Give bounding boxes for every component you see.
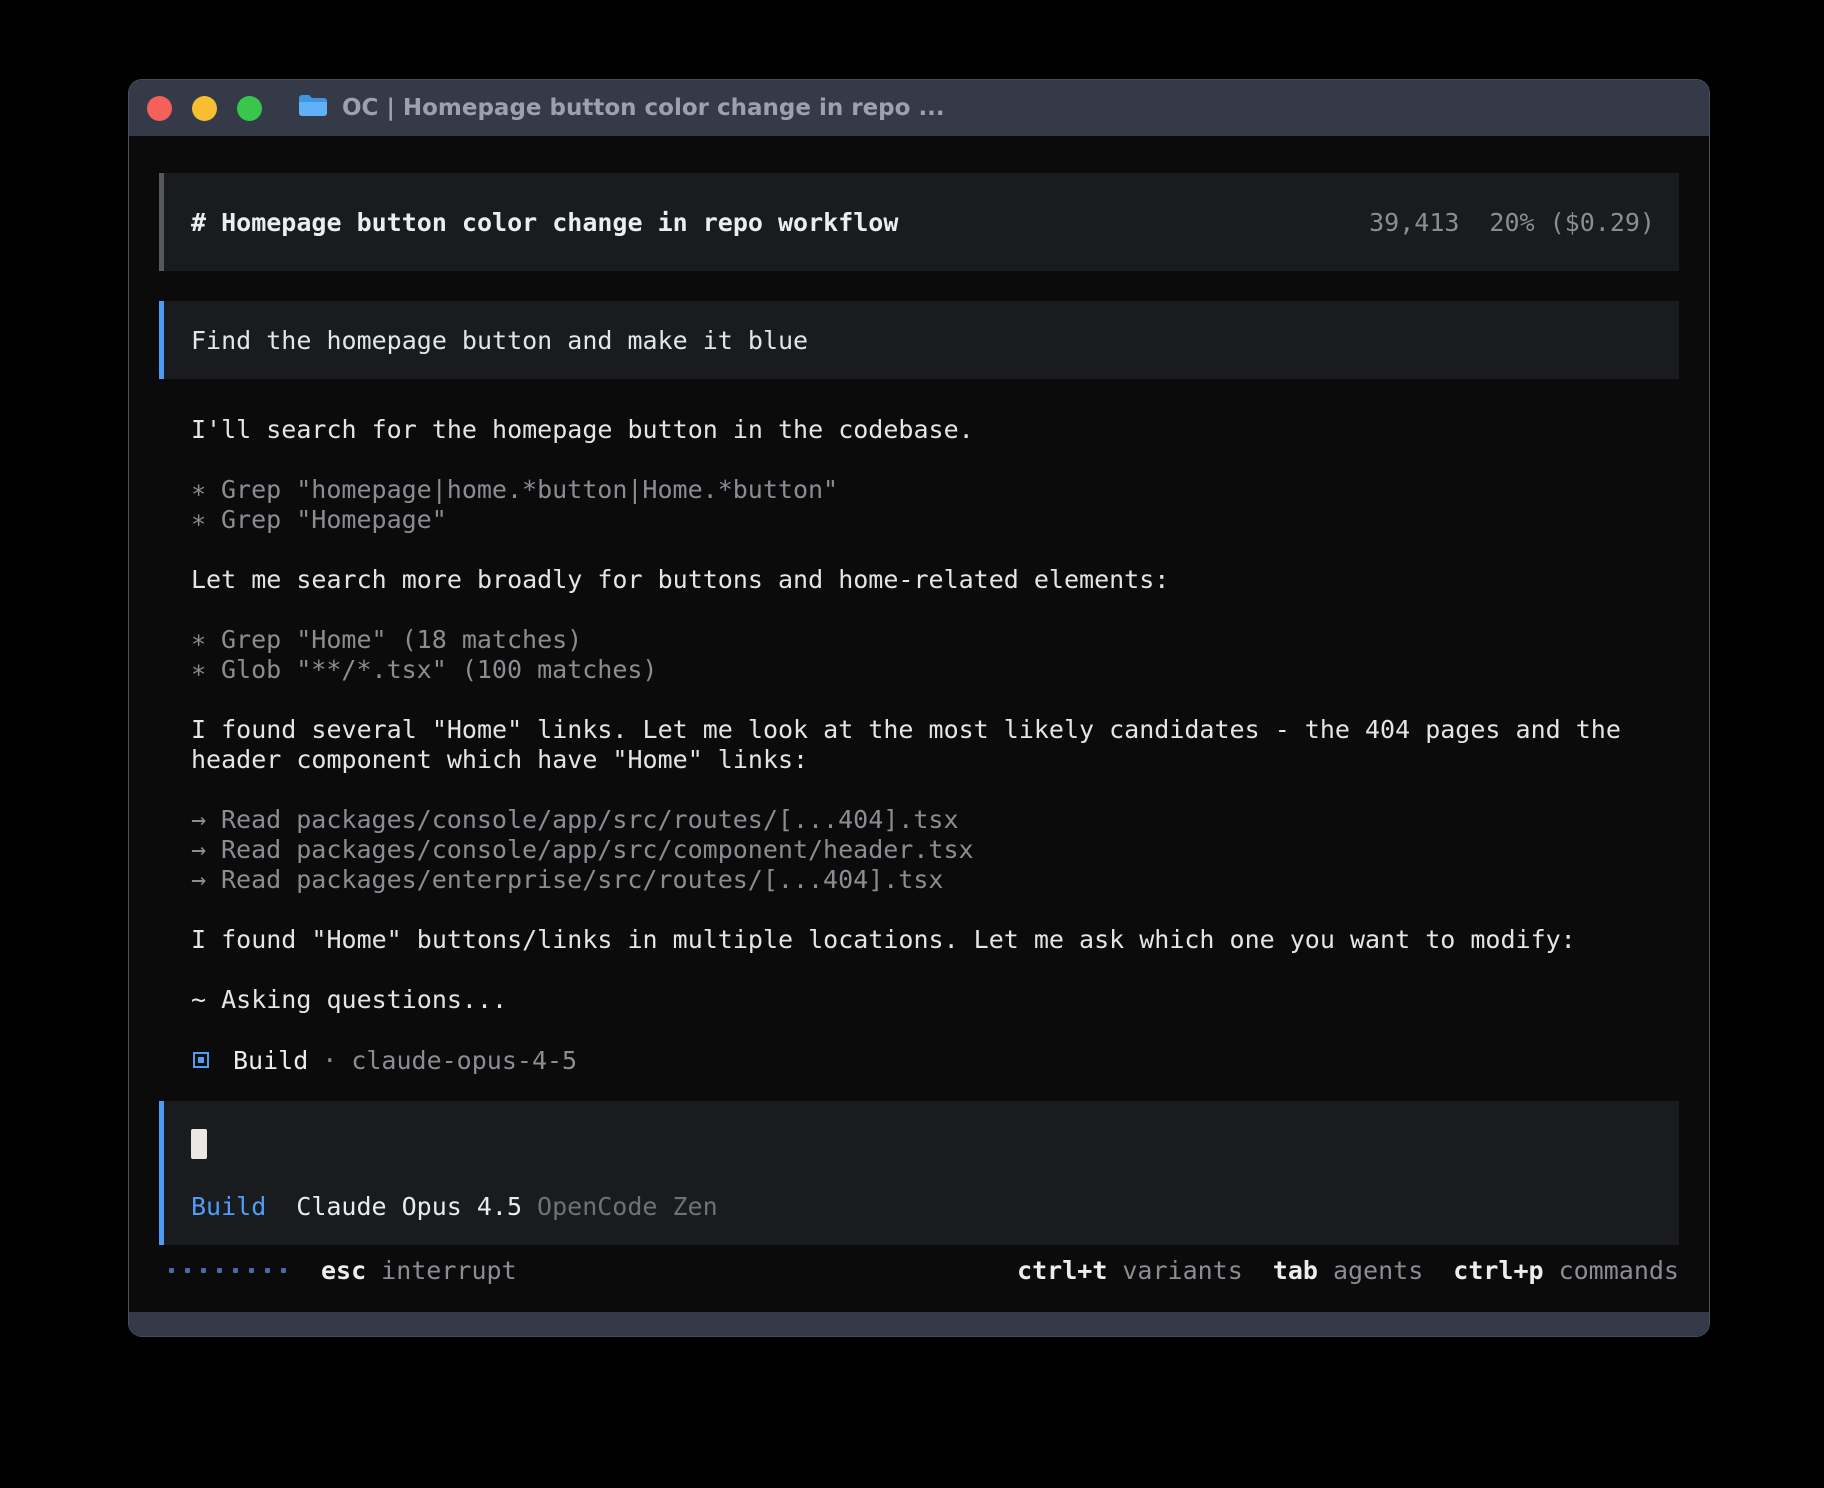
asterisk-icon: ∗ xyxy=(191,475,221,505)
read-call-text: Read packages/console/app/src/routes/[..… xyxy=(221,805,959,835)
window-title: OC | Homepage button color change in rep… xyxy=(342,95,945,121)
assistant-text: I'll search for the homepage button in t… xyxy=(191,415,1681,445)
window-bottom-strip xyxy=(129,1312,1709,1336)
mode-label: Build xyxy=(191,1192,266,1221)
terminal-window: OC | Homepage button color change in rep… xyxy=(128,79,1710,1337)
shortcut-key: tab xyxy=(1273,1256,1318,1285)
window-titlebar: OC | Homepage button color change in rep… xyxy=(129,80,1709,136)
shortcut-commands: ctrl+p commands xyxy=(1453,1256,1679,1285)
tool-call: ∗ Grep "homepage|home.*button|Home.*butt… xyxy=(191,475,1681,505)
esc-key: esc xyxy=(321,1256,366,1285)
session-header: # Homepage button color change in repo w… xyxy=(159,173,1679,271)
read-call: → Read packages/console/app/src/routes/[… xyxy=(191,805,1681,835)
user-message-text: Find the homepage button and make it blu… xyxy=(191,326,808,355)
terminal-content: # Homepage button color change in repo w… xyxy=(129,136,1709,1312)
tool-call: ∗ Grep "Home" (18 matches) xyxy=(191,625,1681,655)
shortcut-label: agents xyxy=(1333,1256,1423,1285)
esc-label: interrupt xyxy=(381,1256,516,1285)
tool-call: ∗ Glob "**/*.tsx" (100 matches) xyxy=(191,655,1681,685)
status-bar: esc interrupt ctrl+t variants tab agents… xyxy=(159,1255,1679,1285)
tool-call-text: Grep "homepage|home.*button|Home.*button… xyxy=(221,475,838,505)
shortcut-key: ctrl+t xyxy=(1017,1256,1107,1285)
shortcut-agents: tab agents xyxy=(1273,1256,1423,1285)
model-name: Claude Opus 4.5 xyxy=(296,1192,522,1221)
shortcut-key: ctrl+p xyxy=(1453,1256,1543,1285)
asterisk-icon: ∗ xyxy=(191,505,221,535)
session-title: # Homepage button color change in repo w… xyxy=(191,208,898,237)
shortcut-variants: ctrl+t variants xyxy=(1017,1256,1243,1285)
shortcut-label: commands xyxy=(1559,1256,1679,1285)
spinner-dots-icon xyxy=(169,1268,286,1273)
close-button[interactable] xyxy=(147,96,172,121)
tool-call: ∗ Grep "Homepage" xyxy=(191,505,1681,535)
asking-status-text: ~ Asking questions... xyxy=(191,985,1681,1015)
status-right: ctrl+t variants tab agents ctrl+p comman… xyxy=(987,1256,1679,1285)
read-call-text: Read packages/console/app/src/component/… xyxy=(221,835,974,865)
asterisk-icon: ∗ xyxy=(191,655,221,685)
provider-name: OpenCode Zen xyxy=(537,1192,718,1221)
arrow-right-icon: → xyxy=(191,835,221,865)
agent-status: Build · claude-opus-4-5 xyxy=(191,1045,1681,1075)
dot-separator: · xyxy=(322,1046,337,1075)
esc-shortcut: esc interrupt xyxy=(321,1256,517,1285)
context-cost: 20% ($0.29) xyxy=(1489,208,1655,237)
zoom-button[interactable] xyxy=(237,96,262,121)
agent-square-icon xyxy=(193,1052,209,1068)
tool-call-text: Grep "Homepage" xyxy=(221,505,447,535)
assistant-text: Let me search more broadly for buttons a… xyxy=(191,565,1681,595)
read-call: → Read packages/enterprise/src/routes/[.… xyxy=(191,865,1681,895)
read-call: → Read packages/console/app/src/componen… xyxy=(191,835,1681,865)
token-count: 39,413 xyxy=(1369,208,1459,237)
tool-call-text: Grep "Home" (18 matches) xyxy=(221,625,582,655)
model-row: Build Claude Opus 4.5 OpenCode Zen xyxy=(191,1191,1655,1221)
user-message: Find the homepage button and make it blu… xyxy=(159,301,1679,379)
text-cursor xyxy=(191,1129,207,1159)
assistant-text: I found several "Home" links. Let me loo… xyxy=(191,715,1681,775)
agent-name: Build xyxy=(233,1046,308,1075)
session-meta: 39,413 20% ($0.29) xyxy=(1369,208,1655,237)
assistant-transcript: I'll search for the homepage button in t… xyxy=(191,415,1681,1075)
agent-model: claude-opus-4-5 xyxy=(351,1046,577,1075)
window-title-group: OC | Homepage button color change in rep… xyxy=(298,93,945,123)
arrow-right-icon: → xyxy=(191,805,221,835)
read-call-text: Read packages/enterprise/src/routes/[...… xyxy=(221,865,943,895)
assistant-text: I found "Home" buttons/links in multiple… xyxy=(191,925,1681,955)
folder-icon xyxy=(298,93,328,123)
asterisk-icon: ∗ xyxy=(191,625,221,655)
status-left: esc interrupt xyxy=(169,1256,517,1285)
tool-call-text: Glob "**/*.tsx" (100 matches) xyxy=(221,655,658,685)
minimize-button[interactable] xyxy=(192,96,217,121)
prompt-input[interactable]: Build Claude Opus 4.5 OpenCode Zen xyxy=(159,1101,1679,1245)
shortcut-label: variants xyxy=(1122,1256,1242,1285)
arrow-right-icon: → xyxy=(191,865,221,895)
